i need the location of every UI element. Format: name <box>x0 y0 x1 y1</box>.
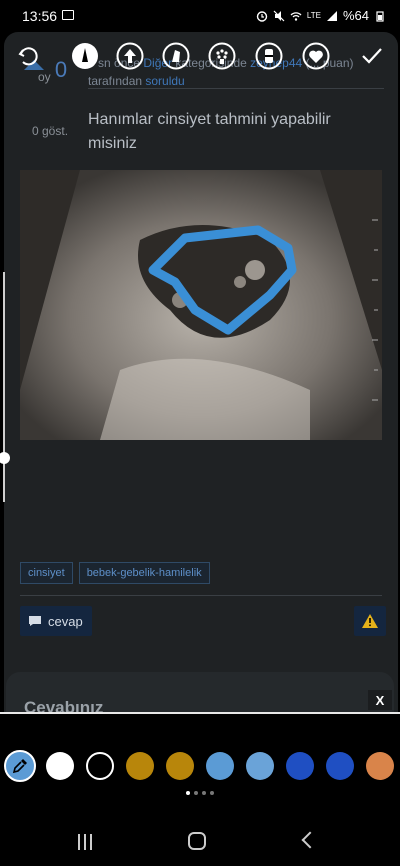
color-swatch-row <box>0 750 400 782</box>
color-swatch-gold[interactable] <box>126 752 154 780</box>
scale-ticks <box>372 219 378 401</box>
system-nav-bar <box>0 820 400 866</box>
page-dot <box>202 791 206 795</box>
lte-label: LTE <box>306 11 321 20</box>
heart-brush-icon[interactable] <box>302 42 330 70</box>
report-button[interactable] <box>354 606 386 636</box>
color-swatch-light-blue[interactable] <box>206 752 234 780</box>
divider <box>20 595 382 596</box>
question-page: 0 oy 0 göst. 5 sn önce Diğer kategorisin… <box>4 32 398 712</box>
status-bar: 13:56 LTE %64 <box>0 0 400 32</box>
mute-icon <box>273 10 285 21</box>
marker-icon[interactable] <box>255 42 283 70</box>
question-title: Hanımlar cinsiyet tahmini yapabilir misi… <box>88 111 331 152</box>
color-swatch-blue[interactable] <box>286 752 314 780</box>
highlighter-icon[interactable] <box>162 42 190 70</box>
brush-size-slider[interactable] <box>3 272 5 502</box>
recent-apps-icon[interactable] <box>78 834 96 850</box>
eyedropper-icon[interactable] <box>4 750 36 782</box>
done-icon[interactable] <box>358 42 386 70</box>
view-count: 0 göst. <box>32 124 69 138</box>
alarm-icon <box>256 10 268 22</box>
back-icon[interactable] <box>301 831 319 849</box>
pen-icon[interactable] <box>71 42 99 70</box>
palette-divider <box>0 712 400 714</box>
color-swatch-orange[interactable] <box>366 752 394 780</box>
battery-icon <box>376 10 384 22</box>
palette-page-indicator <box>186 791 214 795</box>
divider <box>88 88 384 89</box>
tag-bebek-gebelik-hamilelik[interactable]: bebek-gebelik-hamilelik <box>78 562 210 584</box>
battery-percent: %64 <box>342 8 369 23</box>
status-time: 13:56 <box>22 8 58 24</box>
arrow-up-icon[interactable] <box>116 42 144 70</box>
color-swatch-black[interactable] <box>86 752 114 780</box>
dots-brush-icon[interactable] <box>208 42 236 70</box>
warning-icon <box>362 614 378 628</box>
signal-icon <box>326 10 337 21</box>
color-swatch-white[interactable] <box>46 752 74 780</box>
gallery-icon <box>62 10 74 20</box>
status-icons: LTE %64 <box>256 8 386 23</box>
tag-list: cinsiyet bebek-gebelik-hamilelik <box>20 562 210 584</box>
color-swatch-blue-2[interactable] <box>326 752 354 780</box>
page-dot <box>210 791 214 795</box>
color-swatch-gold-2[interactable] <box>166 752 194 780</box>
wifi-icon <box>290 11 302 21</box>
comment-icon <box>29 616 41 626</box>
home-icon[interactable] <box>188 832 206 850</box>
page-dot <box>194 791 198 795</box>
page-dot <box>186 791 190 795</box>
tag-cinsiyet[interactable]: cinsiyet <box>20 562 73 584</box>
drawing-toolbar <box>0 36 400 80</box>
ultrasound-drawing <box>20 170 382 440</box>
reply-label: cevap <box>48 613 83 629</box>
close-button[interactable]: X <box>368 690 392 710</box>
ultrasound-image <box>20 170 382 440</box>
undo-icon[interactable] <box>14 42 42 70</box>
reply-button[interactable]: cevap <box>20 606 92 636</box>
color-swatch-sky-blue[interactable] <box>246 752 274 780</box>
